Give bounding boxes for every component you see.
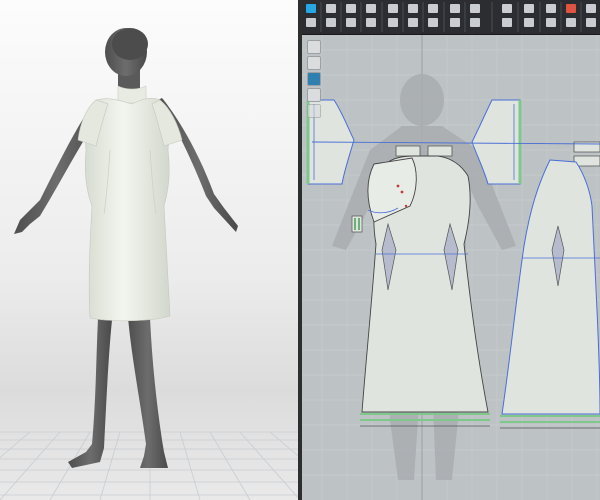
symmetry-icon[interactable] xyxy=(502,18,512,27)
2d-pattern-window[interactable] xyxy=(302,0,600,500)
edit-curve-icon[interactable] xyxy=(326,4,336,13)
transform-pattern-icon[interactable] xyxy=(306,4,316,13)
pattern-canvas xyxy=(302,34,600,500)
polygon-icon[interactable] xyxy=(346,4,356,13)
dress-3d[interactable] xyxy=(77,85,183,322)
free-sewing-icon[interactable] xyxy=(408,18,418,27)
binding-icon[interactable] xyxy=(502,4,512,13)
trace-icon[interactable] xyxy=(307,104,321,118)
circle-icon[interactable] xyxy=(366,4,376,13)
tack-icon[interactable] xyxy=(450,4,460,13)
internal-polygon-icon[interactable] xyxy=(366,18,376,27)
pattern-toolbar xyxy=(302,0,600,35)
pencil-icon[interactable] xyxy=(307,40,321,54)
grading-icon[interactable] xyxy=(546,4,556,13)
fabric-icon[interactable] xyxy=(307,56,321,70)
settings-icon[interactable] xyxy=(546,18,556,27)
layer-icon[interactable] xyxy=(307,88,321,102)
internal-rectangle-icon[interactable] xyxy=(388,4,398,13)
color-icon[interactable] xyxy=(307,72,321,86)
add-point-icon[interactable] xyxy=(326,18,336,27)
texture-edit-icon[interactable] xyxy=(524,18,534,27)
extra-tool-icon[interactable] xyxy=(566,18,576,27)
side-toolbar xyxy=(307,40,321,120)
red-tool-icon[interactable] xyxy=(566,4,576,13)
measure-icon[interactable] xyxy=(470,4,480,13)
edit-pattern-icon[interactable] xyxy=(306,18,316,27)
rectangle-icon[interactable] xyxy=(346,18,356,27)
extra-tool-2-icon[interactable] xyxy=(586,4,596,13)
pin-icon[interactable] xyxy=(428,18,438,27)
pattern-marker[interactable] xyxy=(351,215,363,233)
extra-tool-3-icon[interactable] xyxy=(586,18,596,27)
fold-arrangement-icon[interactable] xyxy=(428,4,438,13)
dart-icon[interactable] xyxy=(388,18,398,27)
3d-viewport[interactable] xyxy=(0,0,298,500)
3d-scene xyxy=(0,28,298,500)
pattern-front-dress[interactable] xyxy=(360,155,490,427)
topstitch-icon[interactable] xyxy=(450,18,460,27)
segment-sewing-icon[interactable] xyxy=(408,4,418,13)
toolbar-icons xyxy=(306,2,596,32)
seam-allowance-icon[interactable] xyxy=(470,18,480,27)
annotation-icon[interactable] xyxy=(524,4,534,13)
